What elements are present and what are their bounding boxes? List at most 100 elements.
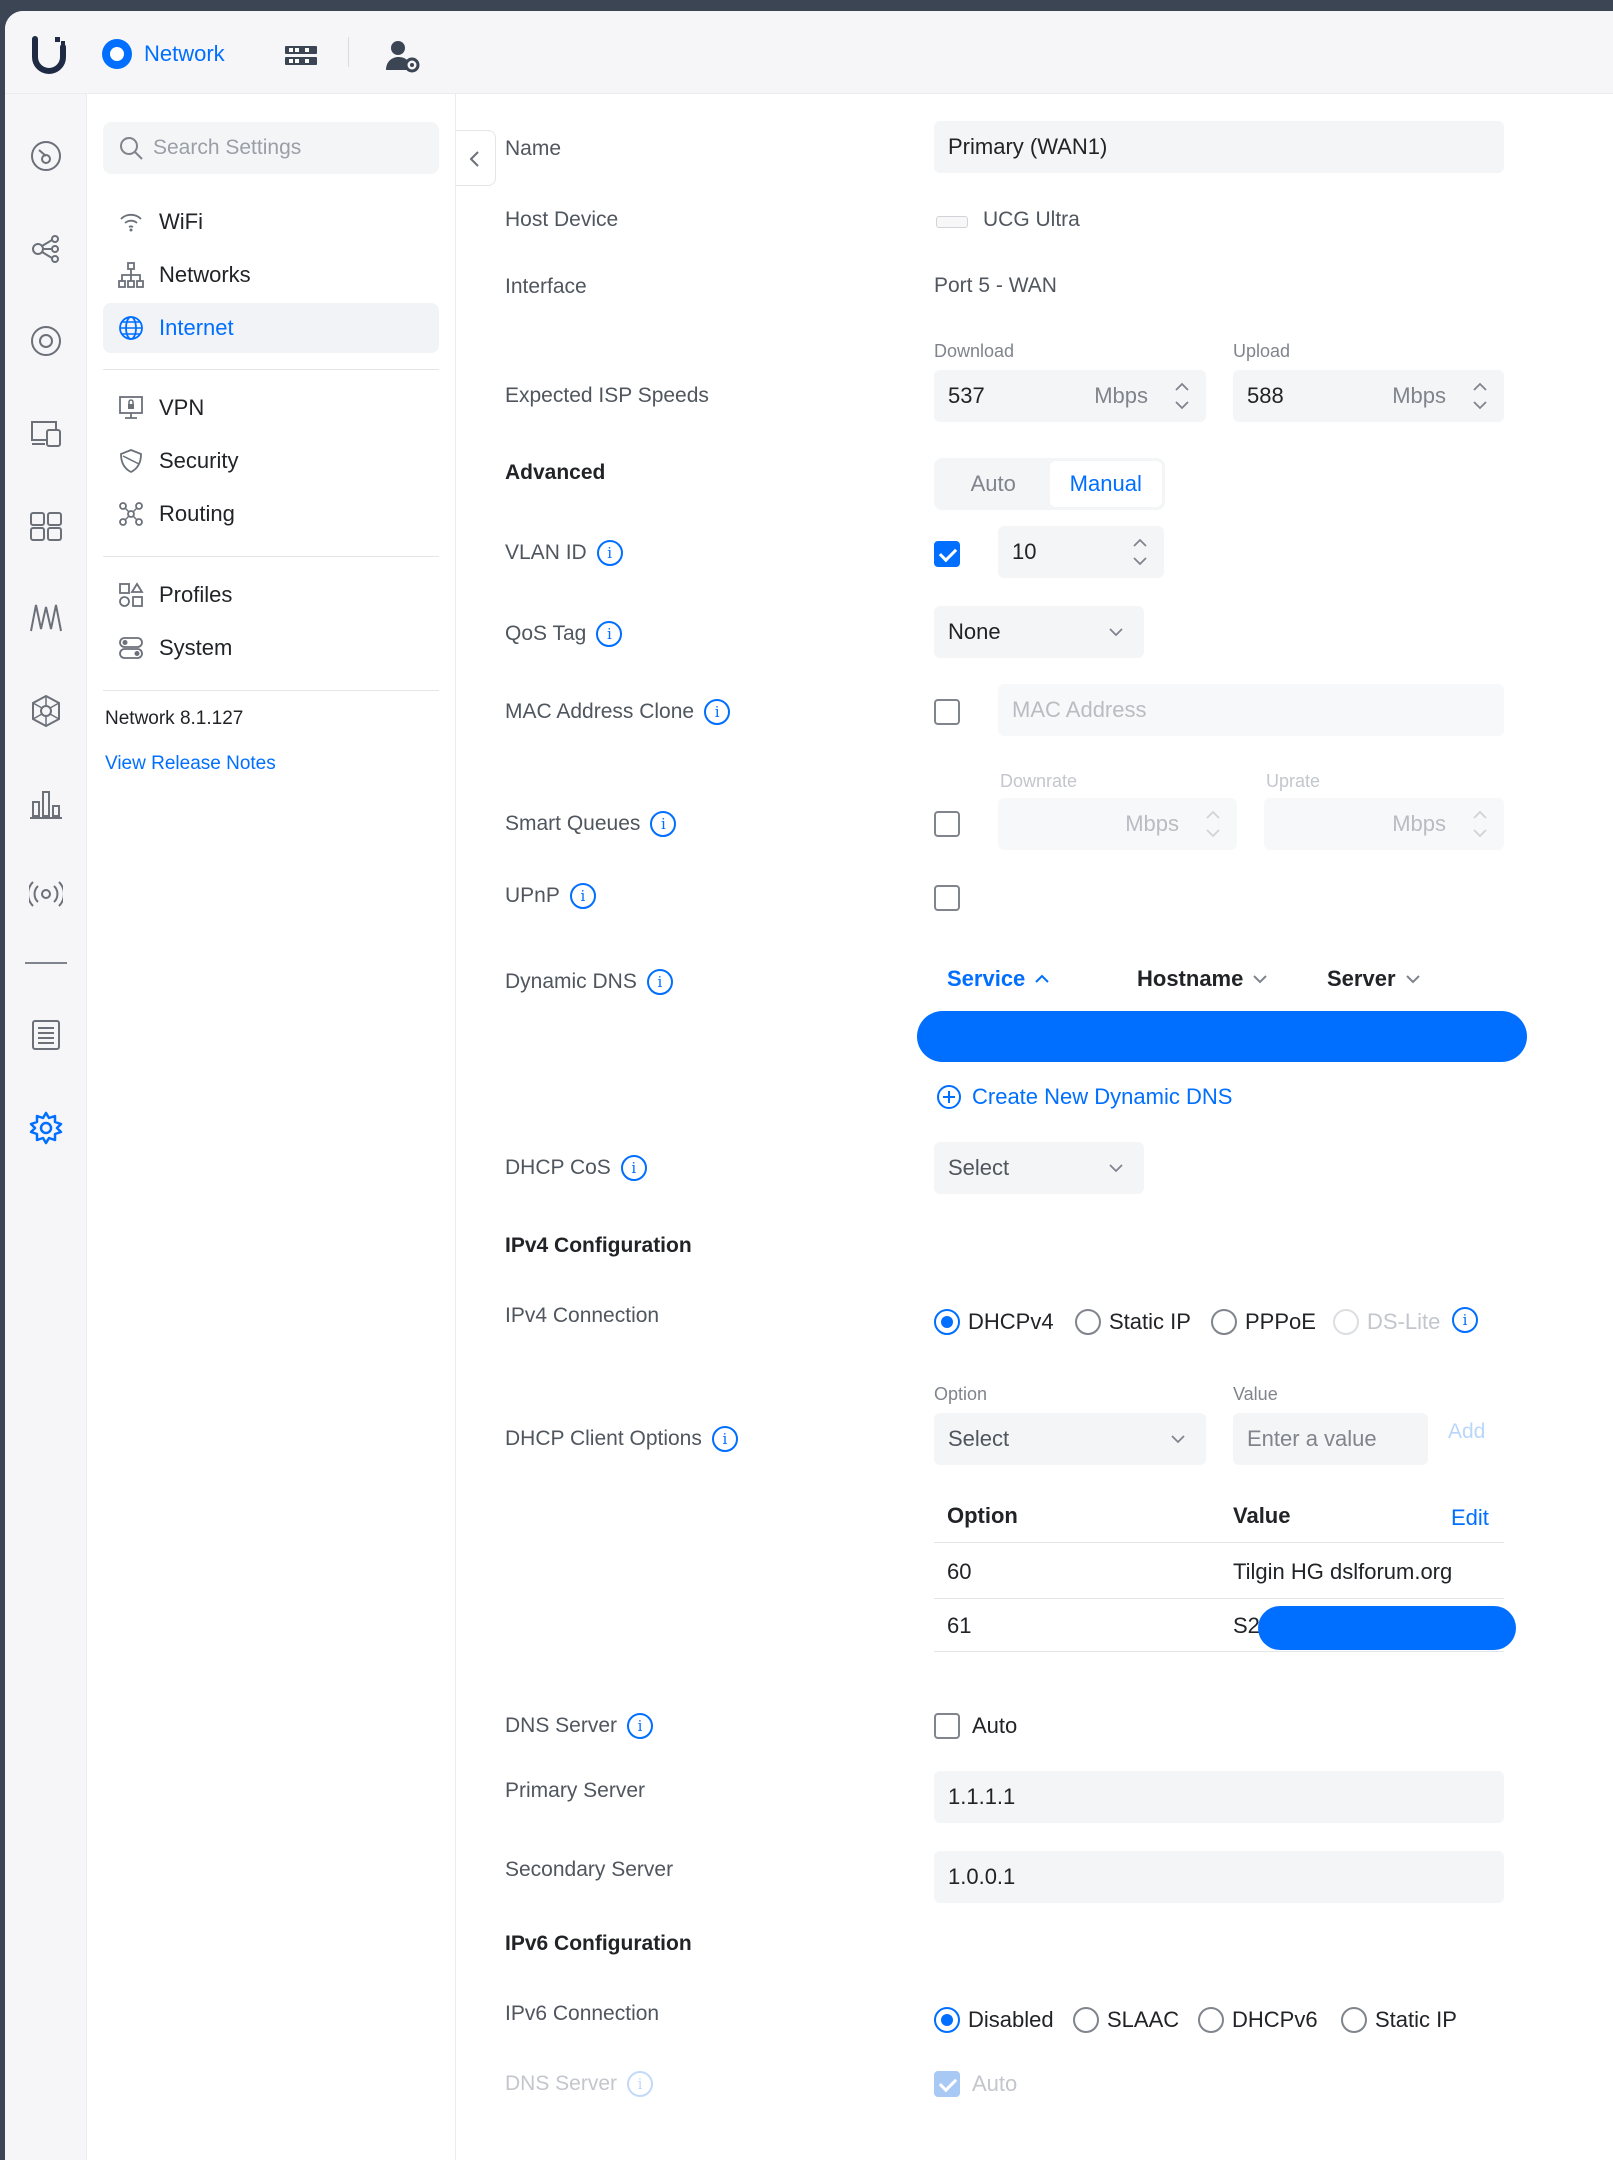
network-app-tab[interactable]: Network [102,32,225,76]
stepper-icon[interactable] [1172,376,1192,416]
router-device-icon [936,216,968,228]
chevron-up-icon [1035,974,1050,983]
search-input[interactable]: Search Settings [103,122,439,174]
dashboard-icon[interactable] [29,139,63,173]
info-icon[interactable]: i [569,883,596,909]
downrate-unit: Mbps [1125,811,1179,836]
radio-label: Disabled [968,2007,1054,2032]
statistics-icon[interactable] [29,786,63,820]
primary-server-input[interactable]: 1.1.1.1 [934,1771,1504,1823]
nav-divider [103,369,439,370]
stepper-icon [1473,810,1487,838]
expected-isp-speeds-label: Expected ISP Speeds [505,384,709,407]
info-icon[interactable]: i [1452,1307,1478,1333]
collapse-nav-button[interactable] [456,130,496,186]
info-icon[interactable]: i [596,540,623,566]
mac-address-input[interactable]: MAC Address [998,684,1504,736]
secondary-server-input[interactable]: 1.0.0.1 [934,1851,1504,1903]
dns-server-label: DNS Server i [505,1711,654,1741]
stepper-icon[interactable] [1470,376,1490,416]
client-devices-icon[interactable] [29,416,63,450]
settings-icon[interactable] [29,1111,63,1145]
chevron-down-icon [1109,1164,1123,1173]
radio-static-ip[interactable]: Static IP [1075,1307,1191,1337]
radio-disabled[interactable]: Disabled [934,2005,1054,2035]
uprate-input[interactable]: Mbps [1264,798,1504,850]
ubiquiti-logo-icon[interactable] [27,33,71,77]
mac-clone-checkbox[interactable] [934,699,960,725]
edit-options-button[interactable]: Edit [1451,1505,1489,1531]
info-icon[interactable]: i [646,969,673,995]
radio-slaac[interactable]: SLAAC [1073,2005,1179,2035]
vlan-id-input[interactable]: 10 [998,526,1164,578]
qos-tag-select[interactable]: None [934,606,1144,658]
dhcp-cos-select[interactable]: Select [934,1142,1144,1194]
nav-item-routing[interactable]: Routing [103,489,439,539]
nav-item-vpn[interactable]: VPN [103,383,439,433]
ipv6-dns-auto-label: Auto [972,2071,1018,2096]
info-icon[interactable]: i [704,699,731,725]
nav-item-system[interactable]: System [103,623,439,673]
stepper-icon[interactable] [1130,532,1150,572]
dashboard-grid-icon[interactable] [281,36,321,76]
release-notes-link[interactable]: View Release Notes [105,753,276,775]
ports-icon[interactable] [29,509,63,543]
download-speed-input[interactable]: 537 Mbps [934,370,1206,422]
nav-item-label: System [159,635,233,660]
radio-dhcpv6[interactable]: DHCPv6 [1198,2005,1318,2035]
integrations-icon[interactable] [29,694,63,728]
search-icon [120,137,143,160]
radio-label: DS-Lite [1367,1309,1441,1334]
networks-icon [118,262,144,288]
radio-dhcpv4[interactable]: DHCPv4 [934,1307,1054,1337]
nav-item-label: Networks [159,262,251,287]
radio-pppoe[interactable]: PPPoE [1211,1307,1316,1337]
column-server[interactable]: Server [1327,966,1422,992]
smart-queues-checkbox[interactable] [934,811,960,837]
column-hostname[interactable]: Hostname [1137,966,1269,992]
info-icon[interactable]: i [627,1713,654,1739]
user-settings-icon[interactable] [383,36,423,76]
table-divider [934,1598,1504,1599]
table-cell-value: S2 [1233,1613,1260,1638]
insights-icon[interactable] [29,601,63,635]
dhcp-cos-label: DHCP CoS i [505,1153,647,1183]
info-icon[interactable]: i [650,811,677,837]
ipv6-dns-auto-checkbox[interactable] [934,2071,960,2097]
upnp-checkbox[interactable] [934,885,960,911]
info-icon[interactable]: i [620,1155,647,1181]
nav-item-wifi[interactable]: WiFi [103,197,439,247]
radio-icon[interactable] [29,877,63,911]
logs-icon[interactable] [29,1018,63,1052]
radio-ipv6-static-ip[interactable]: Static IP [1341,2005,1457,2035]
advanced-auto-option[interactable]: Auto [937,461,1050,507]
ubiquiti-devices-icon[interactable] [29,324,63,358]
nav-item-internet[interactable]: Internet [103,303,439,353]
nav-item-security[interactable]: Security [103,436,439,486]
info-icon[interactable]: i [711,1426,738,1452]
nav-item-profiles[interactable]: Profiles [103,570,439,620]
nav-item-label: Profiles [159,582,233,607]
radio-ds-lite[interactable]: DS-Lite [1333,1307,1440,1337]
create-dynamic-dns-button[interactable]: Create New Dynamic DNS [936,1084,1232,1110]
column-service[interactable]: Service [947,966,1051,992]
advanced-manual-option[interactable]: Manual [1049,461,1162,507]
downrate-input[interactable]: Mbps [998,798,1237,850]
upload-speed-input[interactable]: 588 Mbps [1233,370,1504,422]
topology-icon[interactable] [29,232,63,266]
name-input[interactable]: Primary (WAN1) [934,121,1504,173]
dhcp-option-select[interactable]: Select [934,1413,1206,1465]
info-icon[interactable]: i [596,621,623,647]
radio-label: Static IP [1109,1309,1191,1334]
vlan-id-checkbox[interactable] [934,541,960,567]
network-app-icon [102,39,132,69]
dhcp-value-input[interactable]: Enter a value [1233,1413,1428,1465]
settings-nav: Search Settings WiFi Networks Internet V… [87,94,456,2160]
nav-item-networks[interactable]: Networks [103,250,439,300]
info-icon[interactable]: i [627,2071,654,2097]
add-option-button[interactable]: Add [1448,1420,1485,1444]
dhcp-client-options-label: DHCP Client Options i [505,1424,738,1454]
dhcp-cos-value: Select [948,1155,1010,1180]
redacted-option-value [1258,1606,1516,1650]
dns-auto-checkbox[interactable] [934,1713,960,1739]
